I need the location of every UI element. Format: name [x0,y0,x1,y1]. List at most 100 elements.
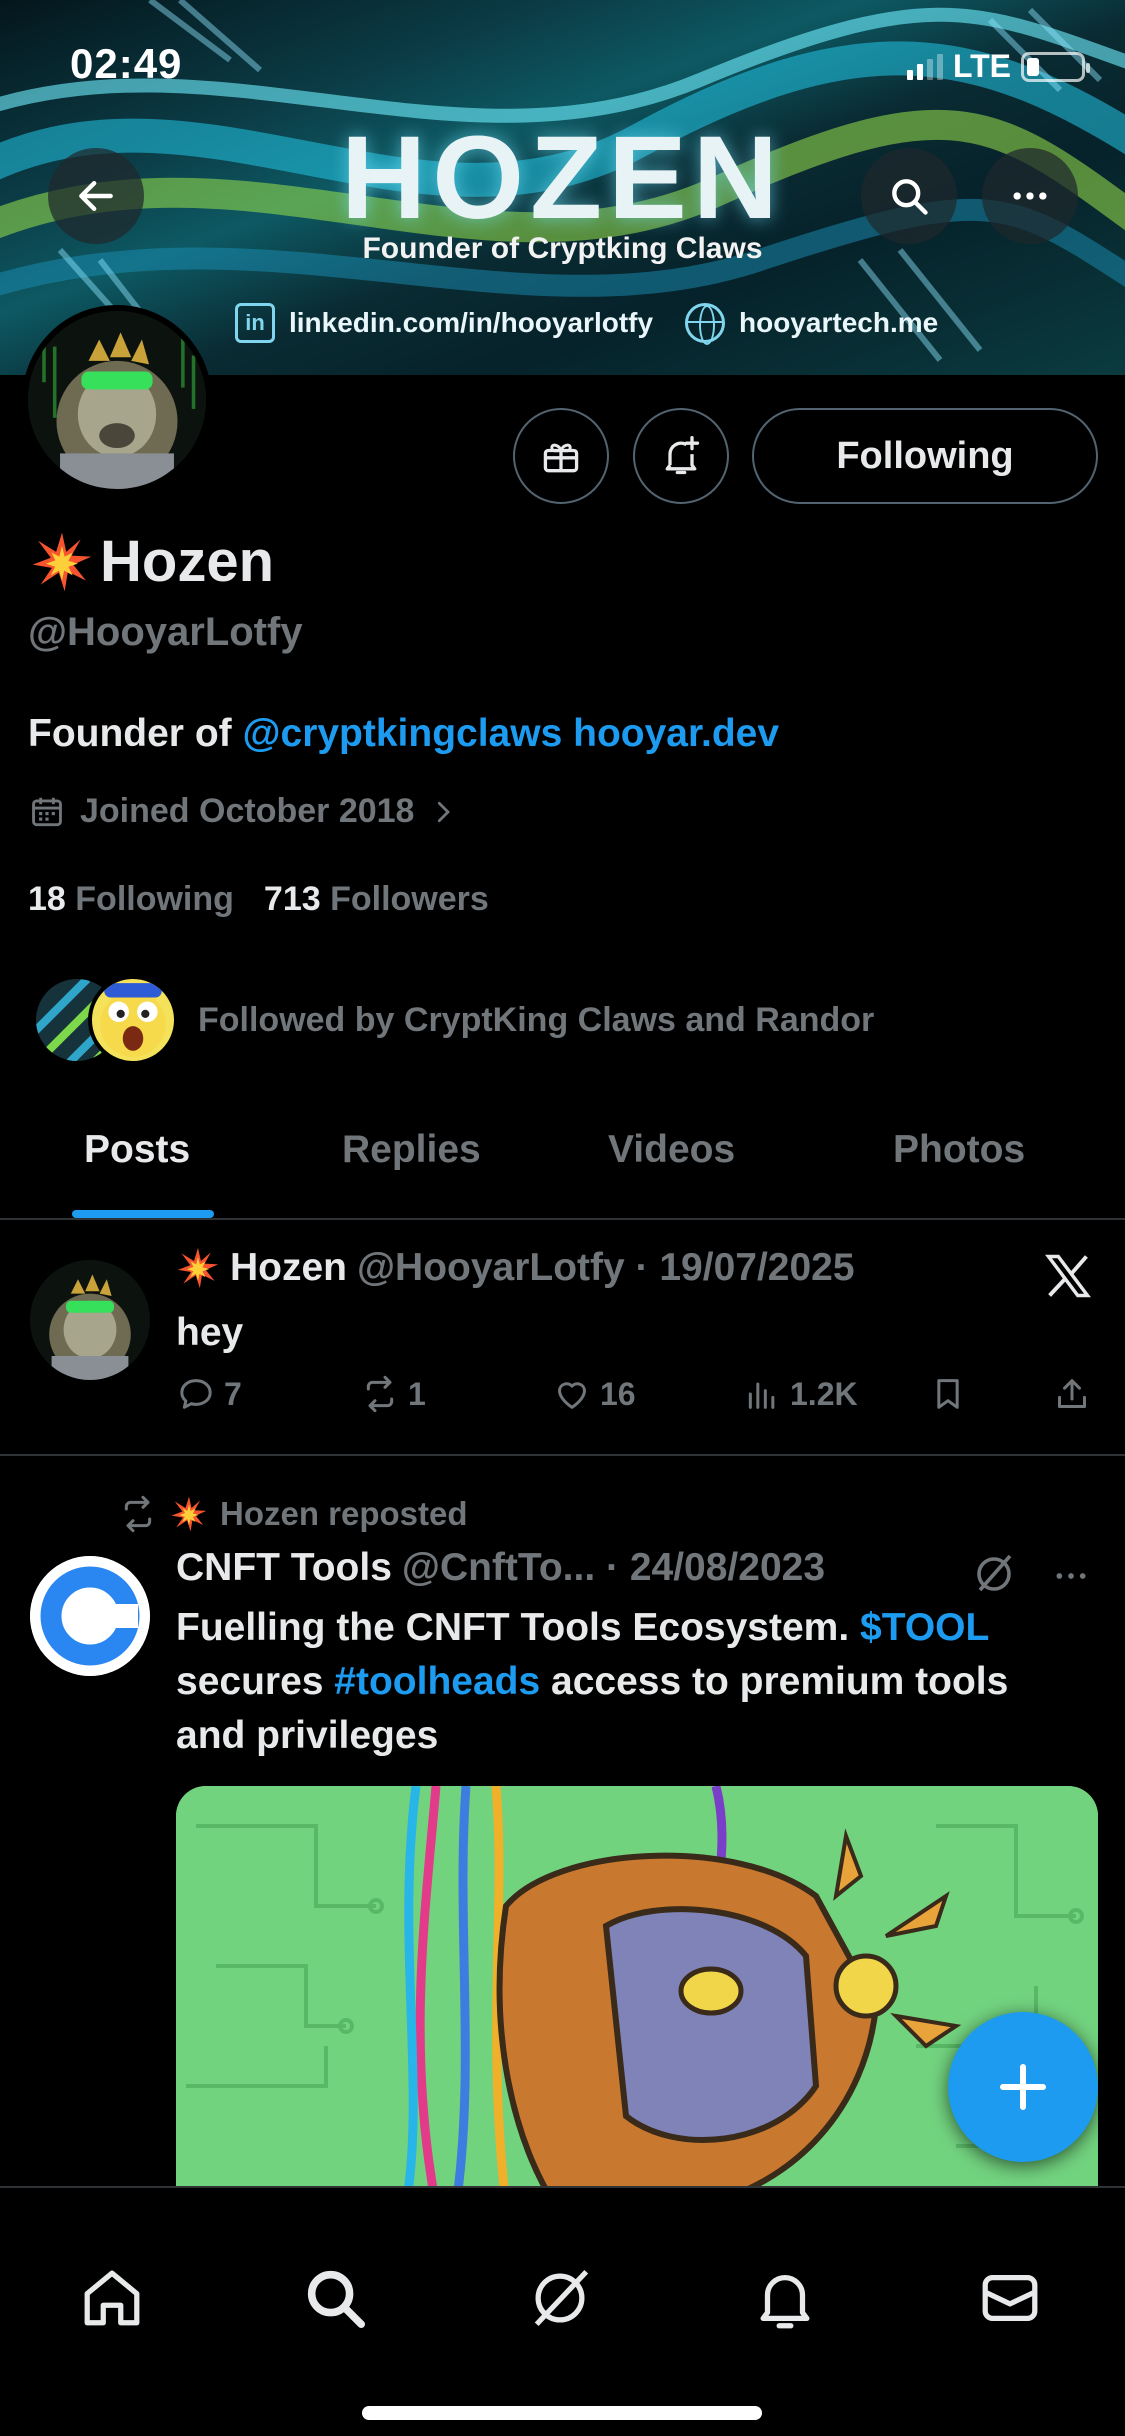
post-actions: 7 1 16 1.2K [176,1374,1096,1424]
cashtag-link[interactable]: $TOOL [860,1606,989,1649]
more-button[interactable] [982,148,1078,244]
post-text-part: access to premium tools [540,1660,1009,1703]
nav-grok[interactable] [520,2258,600,2338]
search-button[interactable] [861,148,957,244]
name-row: Hozen [30,528,274,595]
reply-count: 7 [224,1375,242,1412]
profile-tabs: Posts Replies Videos Photos [0,1110,1125,1220]
hashtag-link[interactable]: #toolheads [334,1660,540,1703]
followers-count: 713 [263,880,321,918]
banner-website-text: hooyartech.me [739,307,939,338]
globe-icon [685,303,726,345]
tab-replies[interactable]: Replies [342,1128,481,1172]
home-icon [84,2270,140,2326]
x-logo-icon [1045,1254,1091,1298]
following-stat[interactable]: 18 Following [28,880,234,919]
nav-home[interactable] [72,2258,152,2338]
more-icon[interactable] [1048,1556,1094,1596]
post-author-name[interactable]: Hozen [230,1246,347,1290]
repost-count: 1 [408,1375,426,1412]
grok-icon [534,2269,589,2327]
like-button[interactable]: 16 [552,1374,636,1414]
bio-mention-link[interactable]: @cryptkingclaws [242,712,562,755]
post-meta: @HooyarLotfy · 19/07/2025 [357,1246,855,1289]
post-text: hey [176,1311,244,1354]
spark-emoji-icon [32,532,92,591]
nav-search[interactable] [295,2258,375,2338]
nav-messages[interactable] [970,2258,1050,2338]
emoji-avatar-image [92,979,174,1061]
nav-notifications[interactable] [745,2258,825,2338]
following-button[interactable]: Following [752,408,1098,504]
joined-text: Joined October 2018 [80,792,415,830]
search-icon [892,179,928,215]
banner-subtitle: Founder of Cryptking Claws [362,232,763,265]
back-button[interactable] [48,148,144,244]
joined-date[interactable]: Joined October 2018 [28,792,458,831]
heart-icon [558,1382,586,1409]
post-text-part: and privileges [176,1714,439,1757]
profile-bio: Founder of @cryptkingclaws hooyar.dev [28,712,779,756]
banner-links: in linkedin.com/in/hooyarlotfy hooyartec… [235,303,939,345]
linkedin-icon: in [235,303,275,343]
spark-emoji-icon [177,1247,219,1289]
followed-by-row[interactable]: Followed by CryptKing Claws and Randor [32,975,874,1065]
gift-icon [543,443,579,473]
post-meta: @CnftTo... · 24/08/2023 [401,1546,826,1589]
network-label: LTE [952,48,1011,84]
lion-avatar-image [30,1260,150,1380]
views-button[interactable]: 1.2K [742,1374,858,1414]
profile-display-name: Hozen [100,529,274,594]
gift-button[interactable] [513,408,609,504]
bottom-navigation [0,2186,1125,2436]
tab-photos[interactable]: Photos [893,1128,1025,1172]
reply-icon [180,1379,212,1409]
post-author-avatar[interactable] [30,1556,150,1676]
following-count: 18 [28,880,66,918]
notifications-button[interactable] [633,408,729,504]
post-header: CNFT Tools @CnftTo... · 24/08/2023 [176,1546,825,1590]
repost-icon [366,1375,394,1413]
followed-by-text: Followed by CryptKing Claws and Randor [198,1000,875,1039]
profile-banner[interactable]: 02:49 LTE HOZEN Founder of Cryptking Cla… [0,0,1125,375]
followers-stat[interactable]: 713 Followers [264,880,489,919]
tab-posts[interactable]: Posts [84,1128,190,1172]
post-text: Fuelling the CNFT Tools Ecosystem. $TOOL… [176,1601,1008,1763]
bio-website-link[interactable]: hooyar.dev [573,712,779,755]
repost-icon [124,1495,152,1533]
bio-text: Founder of [28,712,243,755]
bookmark-icon [937,1379,959,1409]
post-text-part: Fuelling the CNFT Tools Ecosystem. [176,1606,861,1649]
followers-label: Followers [330,880,489,918]
views-icon [748,1382,775,1409]
profile-stats: 18 Following 713 Followers [28,880,489,919]
home-indicator [362,2406,762,2420]
share-icon [1058,1379,1086,1408]
tab-videos[interactable]: Videos [608,1128,735,1172]
lion-avatar-image [28,311,206,489]
share-button[interactable] [1052,1374,1092,1414]
back-arrow-icon [79,180,113,212]
banner-title: HOZEN [341,112,784,244]
mail-icon [982,2274,1038,2322]
battery-icon [1021,51,1090,82]
post-media-image[interactable] [176,1786,1098,2206]
following-label: Following [75,880,234,918]
cnft-logo-icon [30,1556,150,1676]
repost-button[interactable]: 1 [360,1374,426,1414]
search-icon [307,2270,366,2329]
post-item[interactable]: Hozen @HooyarLotfy · 19/07/2025 hey 7 1 … [0,1222,1125,1456]
bookmark-button[interactable] [928,1374,968,1414]
chevron-right-icon [438,801,451,822]
grok-icon[interactable] [970,1550,1018,1598]
profile-avatar[interactable] [22,305,212,495]
follower-avatar-randor [88,975,178,1065]
repost-indicator: Hozen reposted [118,1494,468,1534]
compose-post-button[interactable] [948,2012,1098,2162]
status-indicators: LTE [906,48,1090,85]
post-header: Hozen @HooyarLotfy · 19/07/2025 [176,1246,855,1290]
bell-icon [760,2274,810,2329]
reply-button[interactable]: 7 [176,1374,242,1414]
post-author-avatar[interactable] [30,1260,150,1380]
post-author-name[interactable]: CNFT Tools [176,1546,392,1590]
